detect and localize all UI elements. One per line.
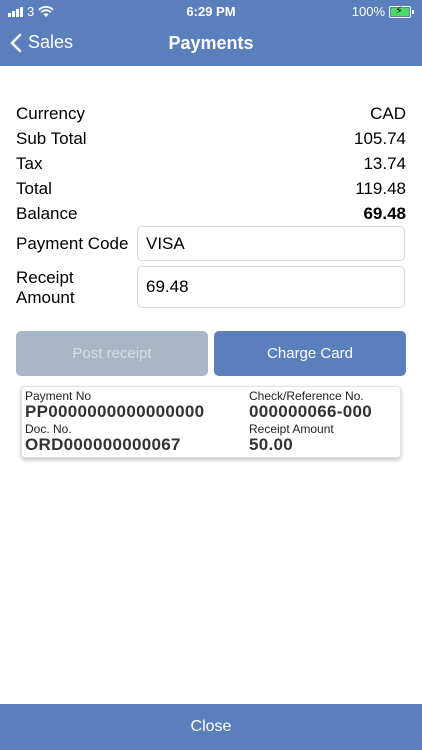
receipt-amount-card-value: 50.00 — [249, 435, 294, 454]
summary-label: Balance — [16, 204, 78, 223]
payment-code-value: VISA — [146, 233, 185, 253]
close-button[interactable]: Close — [0, 704, 422, 750]
summary-label: Tax — [16, 154, 43, 173]
receipt-amount-label-line2: Amount — [16, 288, 75, 307]
summary-row-tax: Tax 13.74 — [16, 151, 406, 176]
receipt-amount-card-label: Receipt Amount — [249, 422, 334, 436]
check-ref-label: Check/Reference No. — [249, 389, 364, 403]
summary-label: Sub Total — [16, 129, 87, 148]
doc-no-label: Doc. No. — [25, 422, 72, 436]
summary-row-subtotal: Sub Total 105.74 — [16, 126, 406, 151]
payment-no-label: Payment No — [25, 389, 92, 403]
receipt-amount-value: 69.48 — [146, 277, 189, 296]
receipt-amount-field[interactable]: 69.48 — [137, 266, 405, 308]
summary-row-currency: Currency CAD — [16, 101, 406, 126]
summary-value: 105.74 — [354, 129, 406, 148]
battery-percent: 100% — [351, 4, 385, 19]
summary-list: Currency CAD Sub Total 105.74 Tax 13.74 … — [16, 101, 406, 226]
page-title: Payments — [168, 33, 254, 53]
summary-row-balance: Balance 69.48 — [16, 201, 406, 226]
post-receipt-button[interactable]: Post receipt — [16, 331, 208, 376]
payment-no-value: PP0000000000000000 — [25, 402, 205, 421]
check-ref-value: 000000066-000 — [249, 402, 373, 421]
status-right: 100% ⚡ — [352, 4, 414, 19]
receipt-amount-label-line1: Receipt — [16, 268, 74, 287]
summary-label: Total — [16, 179, 52, 198]
battery-icon: ⚡ — [389, 5, 411, 18]
summary-value: 69.48 — [363, 204, 406, 223]
payment-code-label: Payment Code — [16, 234, 129, 253]
summary-label: Currency — [16, 104, 85, 123]
payment-code-field[interactable]: VISA — [137, 226, 405, 261]
receipt-amount-label: Receipt Amount — [16, 268, 75, 308]
receipt-card[interactable]: Payment No PP0000000000000000 Check/Refe… — [21, 386, 401, 458]
charge-card-button[interactable]: Charge Card — [214, 331, 406, 376]
summary-value: 13.74 — [363, 154, 406, 173]
status-bar: 3 6:29 PM 100% ⚡ — [0, 0, 422, 22]
doc-no-value: ORD000000000067 — [25, 435, 181, 454]
summary-value: CAD — [370, 104, 406, 123]
header-bar: 3 6:29 PM 100% ⚡ Sales Payments — [0, 0, 422, 66]
summary-value: 119.48 — [355, 179, 406, 198]
summary-row-total: Total 119.48 — [16, 176, 406, 201]
